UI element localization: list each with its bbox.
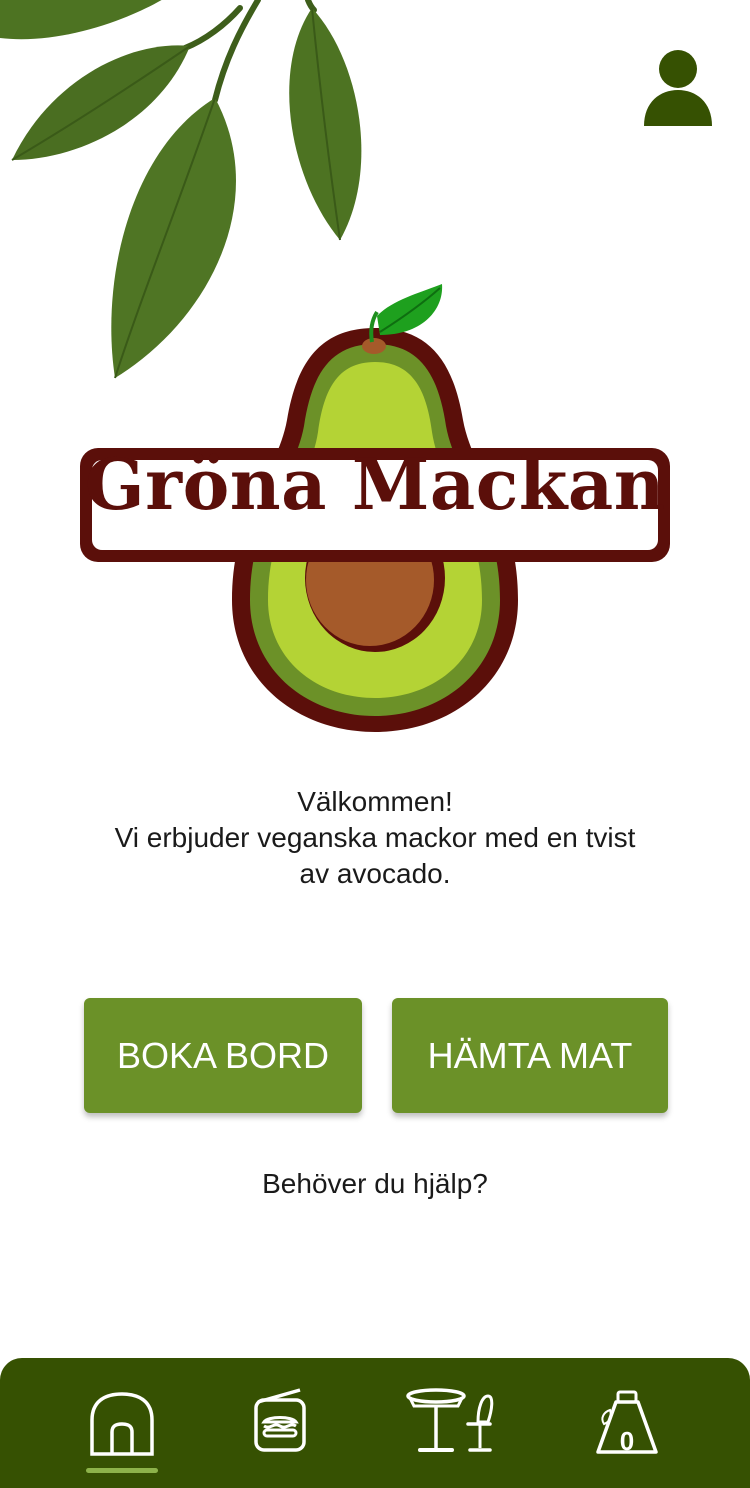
sandwich-menu-icon [254, 1388, 306, 1452]
leaf-top [0, 0, 162, 40]
nav-menu[interactable] [248, 1358, 312, 1488]
brand-name: Gröna Mackan [84, 443, 666, 526]
cart-count-badge: 0 [619, 1426, 635, 1456]
nav-book-table[interactable] [404, 1358, 498, 1488]
brand-logo: Gröna Mackan [72, 280, 678, 740]
help-link[interactable]: Behöver du hjälp? [0, 1168, 750, 1200]
book-table-button[interactable]: BOKA BORD [84, 998, 362, 1113]
cart-bag-icon [596, 1390, 658, 1454]
welcome-description-2: av avocado. [299, 858, 451, 889]
profile-button[interactable] [640, 44, 716, 130]
table-chair-icon [406, 1388, 494, 1452]
nav-active-indicator [86, 1468, 158, 1473]
leaf-left [12, 45, 190, 160]
user-icon [644, 50, 712, 126]
welcome-heading: Välkommen! [297, 786, 453, 817]
pickup-food-button[interactable]: HÄMTA MAT [392, 998, 668, 1113]
nav-cart[interactable]: 0 [594, 1358, 660, 1488]
welcome-text: Välkommen! Vi erbjuder veganska mackor m… [60, 784, 690, 892]
welcome-description-1: Vi erbjuder veganska mackor med en tvist [114, 822, 636, 853]
